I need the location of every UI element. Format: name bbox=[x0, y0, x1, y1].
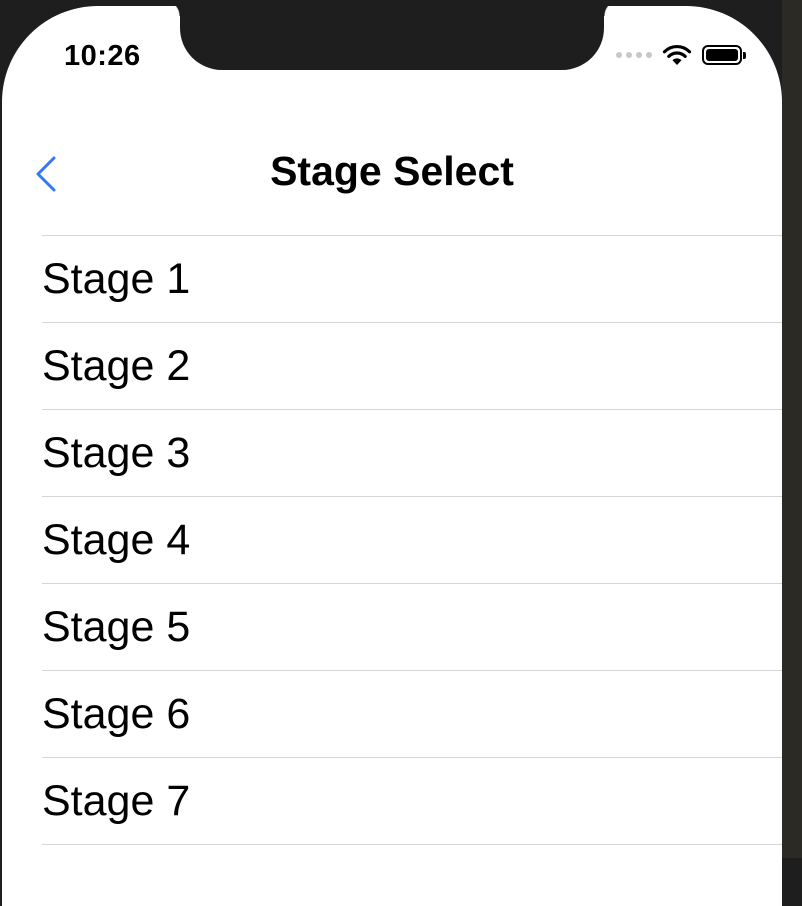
device-frame-edge bbox=[782, 0, 802, 858]
stage-list-item[interactable]: Stage 5 bbox=[42, 584, 782, 671]
stage-list-item[interactable]: Stage 4 bbox=[42, 497, 782, 584]
status-icons bbox=[616, 44, 746, 66]
page-title: Stage Select bbox=[270, 148, 514, 194]
stage-list: Stage 1 Stage 2 Stage 3 Stage 4 Stage 5 … bbox=[42, 235, 782, 845]
stage-list-item[interactable]: Stage 6 bbox=[42, 671, 782, 758]
status-time: 10:26 bbox=[64, 40, 141, 72]
phone-screen: 10:26 Stage Select Stage 1 Stage 2 Stage… bbox=[2, 6, 782, 906]
stage-list-item[interactable]: Stage 3 bbox=[42, 410, 782, 497]
cellular-dots-icon bbox=[616, 52, 652, 58]
battery-level-fill bbox=[706, 49, 738, 61]
stage-list-item[interactable]: Stage 7 bbox=[42, 758, 782, 845]
device-notch bbox=[164, 6, 620, 70]
stage-list-item[interactable]: Stage 1 bbox=[42, 236, 782, 323]
navigation-bar: Stage Select bbox=[2, 134, 782, 204]
wifi-icon bbox=[662, 44, 692, 65]
battery-icon bbox=[702, 45, 746, 65]
stage-list-item[interactable]: Stage 2 bbox=[42, 323, 782, 410]
